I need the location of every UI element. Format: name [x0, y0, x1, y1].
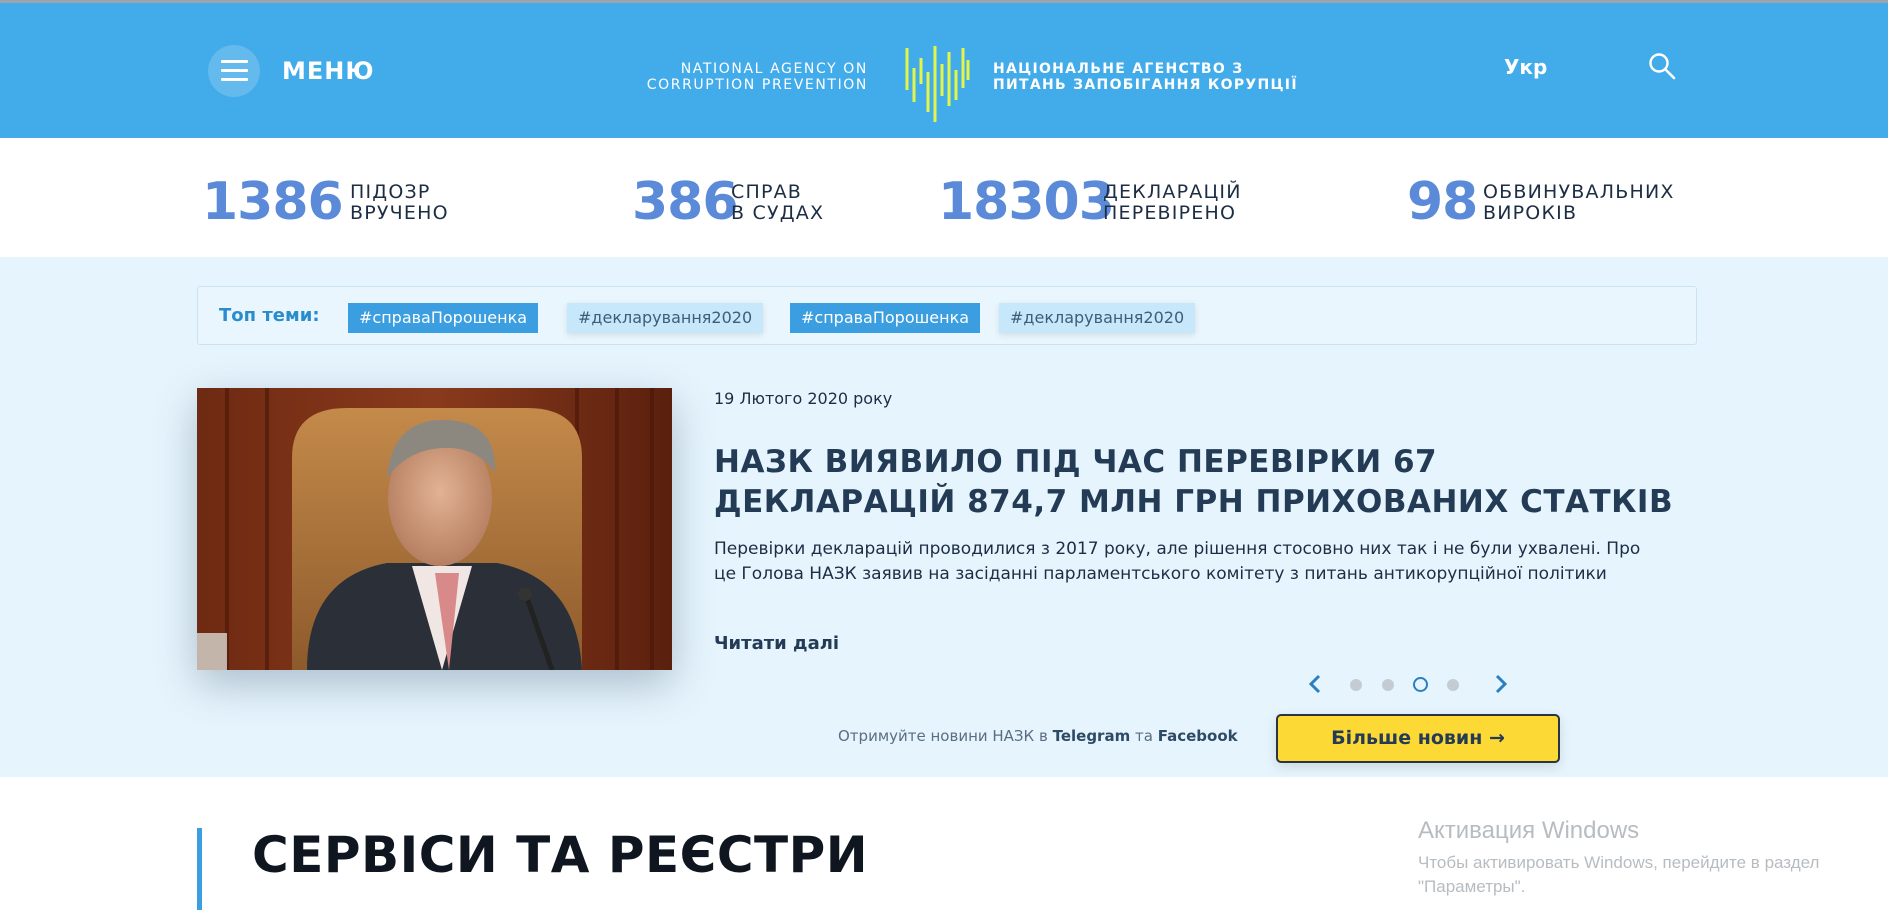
- section-accent-bar: [197, 828, 202, 910]
- telegram-link[interactable]: Telegram: [1053, 727, 1131, 745]
- more-news-button[interactable]: Більше новин →: [1276, 714, 1560, 763]
- news-photo[interactable]: [197, 388, 672, 670]
- windows-activation-watermark: Активация Windows Чтобы активировать Win…: [1418, 817, 1820, 896]
- carousel-dot[interactable]: [1447, 679, 1459, 691]
- news-headline[interactable]: НАЗК ВИЯВИЛО ПІД ЧАС ПЕРЕВІРКИ 67 ДЕКЛАР…: [714, 442, 1674, 522]
- news-lead: Перевірки декларацій проводилися з 2017 …: [714, 539, 1641, 584]
- carousel-dot-active[interactable]: [1413, 677, 1428, 692]
- topic-tag[interactable]: #справаПорошенка: [790, 303, 981, 333]
- topic-tag[interactable]: #декларування2020: [567, 303, 764, 333]
- stat-label: ПІДОЗР ВРУЧЕНО: [350, 181, 449, 224]
- stats-bar: 1386 ПІДОЗР ВРУЧЕНО 386 СПРАВ В СУДАХ 1830…: [0, 138, 1888, 257]
- stat-value: 386: [632, 172, 739, 232]
- facebook-link[interactable]: Facebook: [1158, 727, 1238, 745]
- subscribe-text: Отримуйте новини НАЗК в Telegram та Face…: [838, 727, 1238, 745]
- chevron-left-icon[interactable]: [1305, 673, 1327, 695]
- topic-tag[interactable]: #справаПорошенка: [348, 303, 539, 333]
- services-title: СЕРВІСИ ТА РЕЄСТРИ: [252, 826, 869, 884]
- site-header: МЕНЮ NATIONAL AGENCY ON CORRUPTION PREVE…: [0, 3, 1888, 138]
- read-more-link[interactable]: Читати далі: [714, 633, 839, 654]
- topic-tag[interactable]: #декларування2020: [999, 303, 1196, 333]
- top-topics-label: Топ теми:: [219, 305, 320, 326]
- stat-value: 1386: [202, 172, 344, 232]
- carousel-dot[interactable]: [1350, 679, 1362, 691]
- menu-label[interactable]: МЕНЮ: [282, 57, 375, 85]
- news-date: 19 Лютого 2020 року: [714, 389, 893, 408]
- stat-label: ДЕКЛАРАЦІЙ ПЕРЕВІРЕНО: [1103, 181, 1242, 224]
- stat-label: СПРАВ В СУДАХ: [731, 181, 825, 224]
- language-switcher[interactable]: Укр: [1504, 55, 1547, 79]
- chevron-right-icon[interactable]: [1489, 673, 1511, 695]
- nazk-logo-icon[interactable]: [904, 40, 970, 122]
- logo-text-ua[interactable]: НАЦІОНАЛЬНЕ АГЕНСТВО З ПИТАНЬ ЗАПОБІГАНН…: [993, 61, 1298, 93]
- carousel-dot[interactable]: [1382, 679, 1394, 691]
- carousel-controls: [1305, 669, 1515, 699]
- logo-text-en[interactable]: NATIONAL AGENCY ON CORRUPTION PREVENTION: [600, 61, 868, 93]
- hamburger-menu-icon[interactable]: [208, 45, 260, 97]
- search-icon[interactable]: [1648, 52, 1676, 80]
- stat-value: 18303: [938, 172, 1115, 232]
- news-section: Топ теми: #справаПорошенка #декларування…: [0, 257, 1888, 777]
- stat-value: 98: [1407, 172, 1478, 232]
- top-topics-bar: Топ теми: #справаПорошенка #декларування…: [197, 286, 1697, 345]
- stat-label: ОБВИНУВАЛЬНИХ ВИРОКІВ: [1483, 181, 1675, 224]
